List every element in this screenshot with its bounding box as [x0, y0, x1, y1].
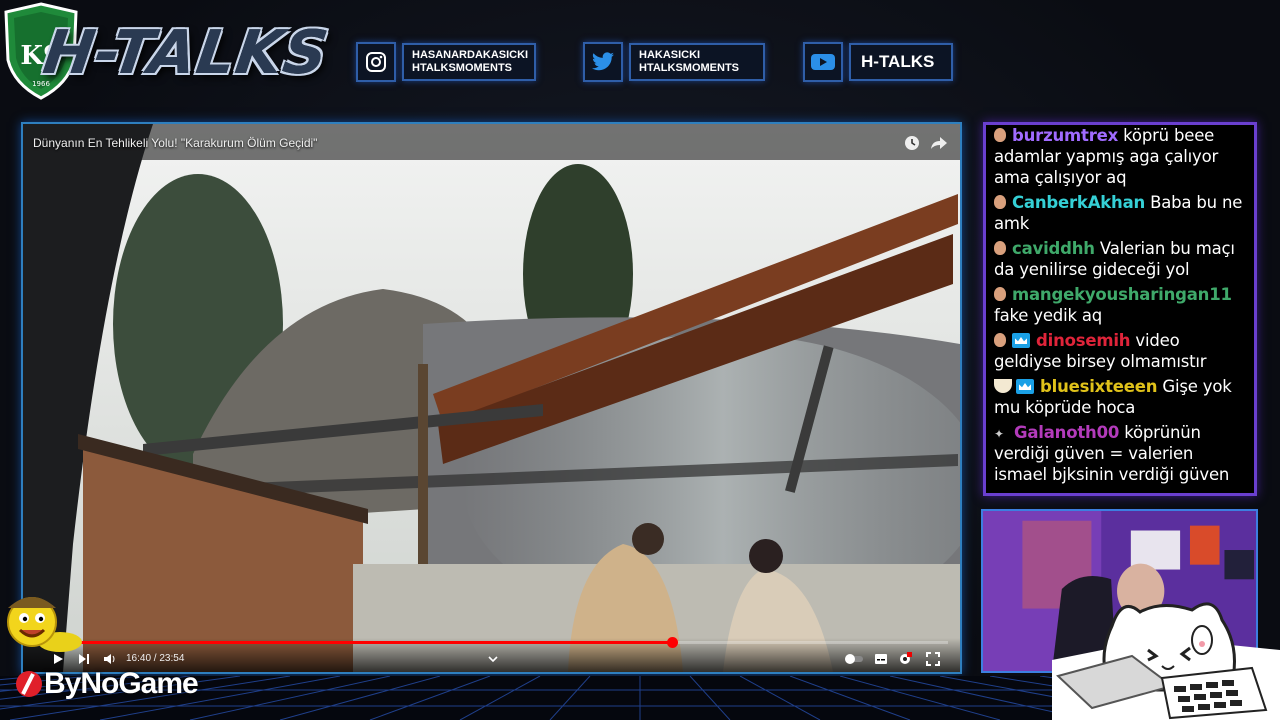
fullscreen-icon[interactable]	[926, 652, 940, 666]
chat-message: caviddhh Valerian bu maçı da yenilirse g…	[994, 238, 1248, 280]
social-twitter-line2: HTALKSMOMENTS	[639, 62, 740, 74]
chat-username[interactable]: burzumtrex	[1012, 126, 1118, 145]
bynogame-icon	[16, 671, 42, 697]
progress-scrubber[interactable]	[667, 637, 679, 648]
chat-list: burzumtrex köprü beee adamlar yapmış aga…	[986, 125, 1254, 485]
sponsor-text: ByNoGame	[44, 667, 199, 700]
settings-icon[interactable]	[898, 652, 912, 666]
social-youtube: H-TALKS	[803, 42, 953, 82]
chat-message: dinosemih video geldiyse birsey olmamıst…	[994, 330, 1248, 372]
social-instagram: HASANARDAKASICKI HTALKSMOMENTS	[356, 42, 536, 82]
youtube-icon	[803, 42, 843, 82]
chat-message: mangekyousharingan11 fake yedik aq	[994, 284, 1248, 326]
chat-text: fake yedik aq	[994, 306, 1103, 325]
chat-username[interactable]: mangekyousharingan11	[1012, 285, 1232, 304]
crown-badge-icon	[1012, 333, 1030, 348]
autoplay-toggle-icon[interactable]	[844, 652, 864, 666]
bongo-cat-icon	[1052, 602, 1280, 720]
chat-username[interactable]: caviddhh	[1012, 239, 1095, 258]
progress-bar[interactable]	[35, 637, 948, 648]
twitter-icon	[583, 42, 623, 82]
stream-overlay: { "header": { "club_badge": {"letters": …	[0, 0, 1280, 720]
crown-badge-icon	[1016, 379, 1034, 394]
watch-later-icon[interactable]	[904, 135, 920, 151]
sponsor-logo: ByNoGame	[14, 662, 199, 706]
chat-username[interactable]: bluesixteeen	[1040, 377, 1158, 396]
chat-message: burzumtrex köprü beee adamlar yapmış aga…	[994, 125, 1248, 188]
social-instagram-line1: HASANARDAKASICKI	[412, 49, 529, 61]
chat-username[interactable]: CanberkAkhan	[1012, 193, 1145, 212]
share-icon[interactable]	[930, 135, 948, 151]
chat-message: CanberkAkhan Baba bu ne amk	[994, 192, 1248, 234]
star-badge-icon: ✦	[994, 427, 1004, 441]
instagram-icon	[356, 42, 396, 82]
social-youtube-label: H-TALKS	[861, 52, 935, 71]
egg-badge-icon	[994, 241, 1006, 255]
video-frame-image	[23, 124, 960, 672]
video-title: Dünyanın En Tehlikeli Yolu! "Karakurum Ö…	[33, 136, 318, 150]
chat-username[interactable]: dinosemih	[1036, 331, 1131, 350]
progress-fill	[35, 641, 673, 644]
egg-badge-icon	[994, 128, 1006, 142]
chat-username[interactable]: Galanoth00	[1014, 423, 1119, 442]
subtitles-icon[interactable]	[874, 652, 888, 666]
video-player[interactable]: Dünyanın En Tehlikeli Yolu! "Karakurum Ö…	[21, 122, 962, 674]
chat-message: bluesixteeen Gişe yok mu köprüde hoca	[994, 376, 1248, 418]
social-twitter-line1: HAKASICKI	[639, 49, 701, 61]
brand-title: H-TALKS	[39, 18, 333, 88]
egg-badge-icon	[994, 195, 1006, 209]
chat-message: ✦ Galanoth00 köprünün verdiği güven = val…	[994, 422, 1248, 485]
chat-panel[interactable]: burzumtrex köprü beee adamlar yapmış aga…	[983, 122, 1257, 496]
chevron-down-icon[interactable]	[486, 652, 500, 666]
social-twitter: HAKASICKI HTALKSMOMENTS	[583, 42, 765, 82]
bowl-badge-icon	[994, 379, 1012, 393]
egg-badge-icon	[994, 333, 1006, 347]
emoji-mascot-icon	[7, 597, 82, 652]
social-instagram-line2: HTALKSMOMENTS	[412, 62, 513, 74]
egg-badge-icon	[994, 287, 1006, 301]
